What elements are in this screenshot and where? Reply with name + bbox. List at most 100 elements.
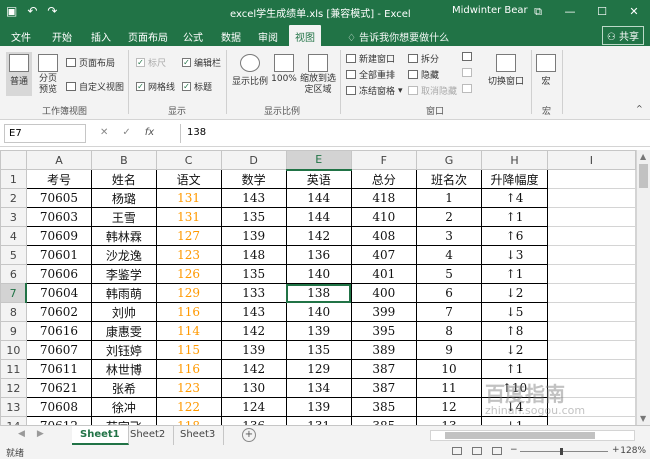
data-cell[interactable]: 139 <box>220 226 287 246</box>
data-cell[interactable]: 5 <box>415 264 483 284</box>
data-cell[interactable]: 苑宇飞 <box>91 416 157 425</box>
header-cell[interactable]: 考号 <box>25 169 93 189</box>
header-cell[interactable]: 英语 <box>285 169 352 189</box>
share-button[interactable]: ⚇ 共享 <box>601 26 644 45</box>
data-cell[interactable]: 12 <box>415 397 483 417</box>
row-header[interactable]: 7 <box>0 283 28 303</box>
data-cell[interactable]: 13 <box>415 416 483 425</box>
normal-view-button[interactable]: 普通 <box>6 52 32 96</box>
data-cell[interactable]: 70616 <box>25 321 93 341</box>
data-cell[interactable]: 刘帅 <box>91 302 157 322</box>
tab-review[interactable]: 审阅 <box>258 29 278 44</box>
tab-file[interactable]: 文件 <box>11 29 31 44</box>
row-header[interactable]: 1 <box>0 169 27 189</box>
data-cell[interactable]: 140 <box>285 264 352 284</box>
sheet-prev-icon[interactable]: ◀ <box>18 429 25 439</box>
tell-me-search[interactable]: ♢ 告诉我你想要做什么 <box>347 29 449 44</box>
row-header[interactable]: 8 <box>0 302 27 322</box>
data-cell[interactable]: 385 <box>350 397 417 417</box>
empty-cell[interactable] <box>546 245 636 265</box>
data-cell[interactable]: 129 <box>155 283 222 303</box>
row-header[interactable]: 4 <box>0 226 27 246</box>
row-header[interactable]: 9 <box>0 321 27 341</box>
data-cell[interactable]: 139 <box>220 340 287 360</box>
select-all-corner[interactable] <box>0 150 27 170</box>
column-header[interactable]: C <box>155 150 222 170</box>
hide-button[interactable]: 隐藏 <box>408 68 439 81</box>
data-cell[interactable]: 11 <box>415 378 483 398</box>
data-cell[interactable]: 杨璐 <box>91 188 157 208</box>
empty-cell[interactable] <box>546 302 636 322</box>
data-cell[interactable]: 70604 <box>25 283 93 303</box>
data-cell[interactable]: 2 <box>415 207 483 227</box>
freeze-panes-button[interactable]: 冻结窗格 ▾ <box>346 84 403 97</box>
sheet-next-icon[interactable]: ▶ <box>37 429 44 439</box>
page-layout-view-icon[interactable] <box>472 447 482 455</box>
header-cell[interactable]: 总分 <box>350 169 417 189</box>
minimize-button[interactable]: — <box>554 0 586 24</box>
data-cell[interactable]: 387 <box>350 359 417 379</box>
data-cell[interactable]: 399 <box>350 302 417 322</box>
data-cell[interactable]: 8 <box>415 321 483 341</box>
data-cell[interactable]: 144 <box>285 188 352 208</box>
empty-cell[interactable] <box>546 207 636 227</box>
data-cell[interactable]: 140 <box>285 302 352 322</box>
data-cell[interactable]: 389 <box>350 340 417 360</box>
data-cell[interactable]: 142 <box>285 226 352 246</box>
sheet-tab-sheet2[interactable]: Sheet2 <box>122 426 175 445</box>
data-cell[interactable]: 6 <box>415 283 483 303</box>
data-cell[interactable]: 70601 <box>25 245 93 265</box>
zoom-out-button[interactable]: − <box>510 445 518 455</box>
empty-cell[interactable] <box>546 226 636 246</box>
column-header[interactable]: E <box>285 150 352 171</box>
empty-cell[interactable] <box>546 321 636 341</box>
data-cell[interactable]: 134 <box>285 378 352 398</box>
data-cell[interactable]: 70606 <box>25 264 93 284</box>
tab-home[interactable]: 开始 <box>52 29 72 44</box>
data-cell[interactable]: 70602 <box>25 302 93 322</box>
save-icon[interactable]: ▣ <box>6 4 17 18</box>
data-cell[interactable]: 1 <box>415 188 483 208</box>
data-cell[interactable]: ↑6 <box>481 226 548 246</box>
switch-windows-button[interactable]: 切换窗口 <box>484 54 528 87</box>
data-cell[interactable]: 418 <box>350 188 417 208</box>
data-cell[interactable]: 林世博 <box>91 359 157 379</box>
header-cell[interactable]: 数学 <box>220 169 287 189</box>
new-window-button[interactable]: 新建窗口 <box>346 52 395 65</box>
zoom-slider-knob[interactable] <box>560 448 563 455</box>
data-cell[interactable]: 135 <box>220 264 287 284</box>
data-cell[interactable]: 123 <box>155 378 222 398</box>
tab-page-layout[interactable]: 页面布局 <box>128 29 168 44</box>
row-header[interactable]: 6 <box>0 264 27 284</box>
macros-button[interactable]: 宏 <box>534 54 558 87</box>
data-cell[interactable]: 124 <box>220 397 287 417</box>
empty-cell[interactable] <box>546 283 636 303</box>
enter-icon[interactable]: ✓ <box>122 127 130 138</box>
data-cell[interactable]: 3 <box>415 226 483 246</box>
data-cell[interactable]: 10 <box>415 359 483 379</box>
data-cell[interactable]: 康惠雯 <box>91 321 157 341</box>
header-cell[interactable]: 语文 <box>155 169 222 189</box>
ruler-checkbox[interactable]: ✓ 标尺 <box>136 56 166 69</box>
data-cell[interactable]: 387 <box>350 378 417 398</box>
data-cell[interactable]: 70611 <box>25 359 93 379</box>
vertical-scroll-thumb[interactable] <box>639 164 648 188</box>
column-header[interactable]: G <box>415 150 483 170</box>
data-cell[interactable]: 127 <box>155 226 222 246</box>
empty-cell[interactable] <box>546 340 636 360</box>
collapse-ribbon-icon[interactable]: ^ <box>636 104 643 113</box>
data-cell[interactable]: 118 <box>155 416 222 425</box>
row-header[interactable]: 2 <box>0 188 27 208</box>
data-cell[interactable]: 韩雨萌 <box>91 283 157 303</box>
empty-cell[interactable] <box>546 188 636 208</box>
zoom-in-button[interactable]: + <box>612 445 620 455</box>
row-header[interactable]: 5 <box>0 245 27 265</box>
column-header[interactable]: B <box>91 150 157 170</box>
data-cell[interactable]: 王雪 <box>91 207 157 227</box>
split-button[interactable]: 拆分 <box>408 52 439 65</box>
data-cell[interactable]: 116 <box>155 359 222 379</box>
data-cell[interactable]: 70621 <box>25 378 93 398</box>
data-cell[interactable]: 135 <box>220 207 287 227</box>
tab-formulas[interactable]: 公式 <box>183 29 203 44</box>
data-cell[interactable]: 143 <box>220 188 287 208</box>
